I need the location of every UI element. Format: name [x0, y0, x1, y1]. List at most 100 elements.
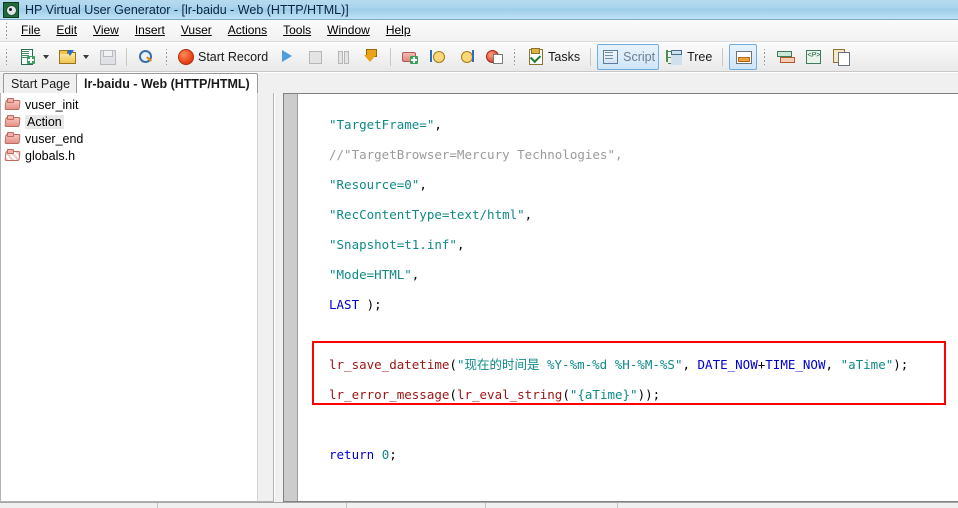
status-cell-4	[486, 503, 618, 508]
tasks-button[interactable]: Tasks	[522, 44, 584, 70]
toolbar-grip-4[interactable]	[761, 48, 769, 65]
menu-file[interactable]: File	[13, 21, 48, 40]
start-record-label: Start Record	[198, 49, 269, 64]
start-record-button[interactable]: Start Record	[174, 44, 272, 70]
output-panel-button[interactable]	[729, 43, 758, 70]
menu-actions-label: Actions	[227, 23, 268, 37]
sidebar-item-globals-h[interactable]: globals.h	[1, 147, 273, 164]
line-snapshot: "Snapshot=t1.inf",	[298, 230, 958, 260]
title-bar: HP Virtual User Generator - [lr-baidu - …	[0, 0, 958, 20]
sidebar-item-vuser-init[interactable]: vuser_init	[1, 96, 273, 113]
download-button[interactable]	[358, 44, 384, 70]
sidebar-item-label: globals.h	[25, 148, 76, 163]
stop-button[interactable]	[302, 44, 328, 70]
rendezvous-icon	[485, 48, 504, 65]
action-brick-icon	[5, 98, 20, 111]
sidebar-item-action[interactable]: Action	[1, 113, 273, 130]
menu-view[interactable]: View	[85, 21, 127, 40]
code-token: (	[449, 357, 457, 372]
insert-start-transaction-icon	[429, 48, 447, 65]
toolbar-grip-3[interactable]	[511, 48, 519, 65]
find-icon	[137, 48, 155, 65]
menu-bar: File Edit View Insert Vuser Actions Tool…	[0, 20, 958, 42]
open-script-dropdown-icon[interactable]	[83, 54, 89, 59]
new-script-button[interactable]	[14, 44, 40, 70]
code-token: return	[329, 447, 375, 462]
code-token: (	[449, 387, 457, 402]
toolbar-grip-1[interactable]	[3, 48, 10, 65]
sidebar-item-label: Action	[25, 114, 64, 129]
window-title: HP Virtual User Generator - [lr-baidu - …	[25, 2, 349, 17]
editor-code-area[interactable]: "TargetFrame=", //"TargetBrowser=Mercury …	[298, 94, 958, 501]
play-icon	[278, 48, 296, 65]
code-token: lr_error_message	[329, 387, 450, 402]
code-token: "{aTime}"	[569, 387, 638, 402]
code-token: "Snapshot=t1.inf"	[329, 237, 457, 252]
copy-icon	[832, 48, 851, 66]
menu-actions[interactable]: Actions	[220, 21, 275, 40]
menu-edit-label: Edit	[56, 23, 78, 37]
menu-grip[interactable]	[3, 22, 10, 39]
sidebar-item-label: vuser_end	[25, 131, 84, 146]
editor-gutter[interactable]	[284, 94, 298, 501]
sidebar-item-vuser-end[interactable]: vuser_end	[1, 130, 273, 147]
menu-edit[interactable]: Edit	[48, 21, 85, 40]
find-button[interactable]	[133, 44, 159, 70]
menu-insert-label: Insert	[134, 23, 165, 37]
tree-view-button[interactable]: Tree	[661, 44, 716, 70]
parameter-button[interactable]: <P>	[800, 44, 826, 70]
menu-insert[interactable]: Insert	[127, 21, 173, 40]
line-blank-2	[298, 410, 958, 440]
save-button[interactable]	[94, 44, 120, 70]
toolbar-grip-2[interactable]	[163, 48, 170, 65]
code-token: ;	[389, 447, 397, 462]
add-step-icon	[401, 48, 419, 65]
main-toolbar: Start Record Tasks Script Tree <P>	[0, 42, 958, 72]
pause-button[interactable]	[330, 44, 356, 70]
code-token: "现在的时间是 %Y-%m-%d %H-%M-%S"	[456, 357, 683, 372]
menu-help[interactable]: Help	[378, 21, 419, 40]
menu-file-label: File	[21, 23, 41, 37]
run-button[interactable]	[274, 44, 300, 70]
add-step-button[interactable]	[397, 44, 423, 70]
menu-window[interactable]: Window	[319, 21, 378, 40]
action-brick-icon	[5, 115, 20, 128]
open-script-button[interactable]	[54, 44, 80, 70]
panel-splitter[interactable]	[275, 93, 283, 502]
menu-vuser[interactable]: Vuser	[173, 21, 220, 40]
tasks-icon	[526, 48, 544, 65]
menu-window-label: Window	[327, 23, 370, 37]
code-token: "aTime"	[840, 357, 894, 372]
status-bar	[0, 502, 958, 508]
sidebar-scrollbar[interactable]	[257, 93, 273, 501]
code-token: (	[562, 387, 570, 402]
tree-view-label: Tree	[687, 49, 713, 64]
tab-start-page[interactable]: Start Page	[3, 73, 79, 93]
line-lr-error-message: lr_error_message(lr_eval_string("{aTime}…	[298, 380, 958, 410]
menu-view-label: View	[93, 23, 119, 37]
code-token: //"TargetBrowser=Mercury Technologies",	[329, 147, 623, 162]
new-script-dropdown-icon[interactable]	[43, 54, 49, 59]
code-token: ,	[411, 267, 420, 282]
menu-tools[interactable]: Tools	[275, 21, 319, 40]
rendezvous-button[interactable]	[481, 44, 507, 70]
code-token: DATE_NOW	[697, 357, 758, 372]
script-editor[interactable]: "TargetFrame=", //"TargetBrowser=Mercury …	[283, 93, 958, 502]
code-token: ,	[434, 117, 442, 132]
copy-button[interactable]	[828, 44, 854, 70]
line-target-browser-comment: //"TargetBrowser=Mercury Technologies",	[298, 140, 958, 170]
tab-lr-baidu[interactable]: lr-baidu - Web (HTTP/HTML)	[76, 73, 258, 93]
code-token: "Resource=0"	[329, 177, 420, 192]
tree-view-icon	[665, 48, 683, 65]
swap-button[interactable]	[772, 44, 798, 70]
parameter-icon: <P>	[804, 48, 822, 65]
swap-icon	[776, 48, 796, 65]
sidebar-item-label: vuser_init	[25, 97, 79, 112]
code-token: ,	[682, 357, 698, 372]
script-view-button[interactable]: Script	[597, 43, 660, 70]
end-transaction-button[interactable]	[453, 44, 479, 70]
start-transaction-button[interactable]	[425, 44, 451, 70]
